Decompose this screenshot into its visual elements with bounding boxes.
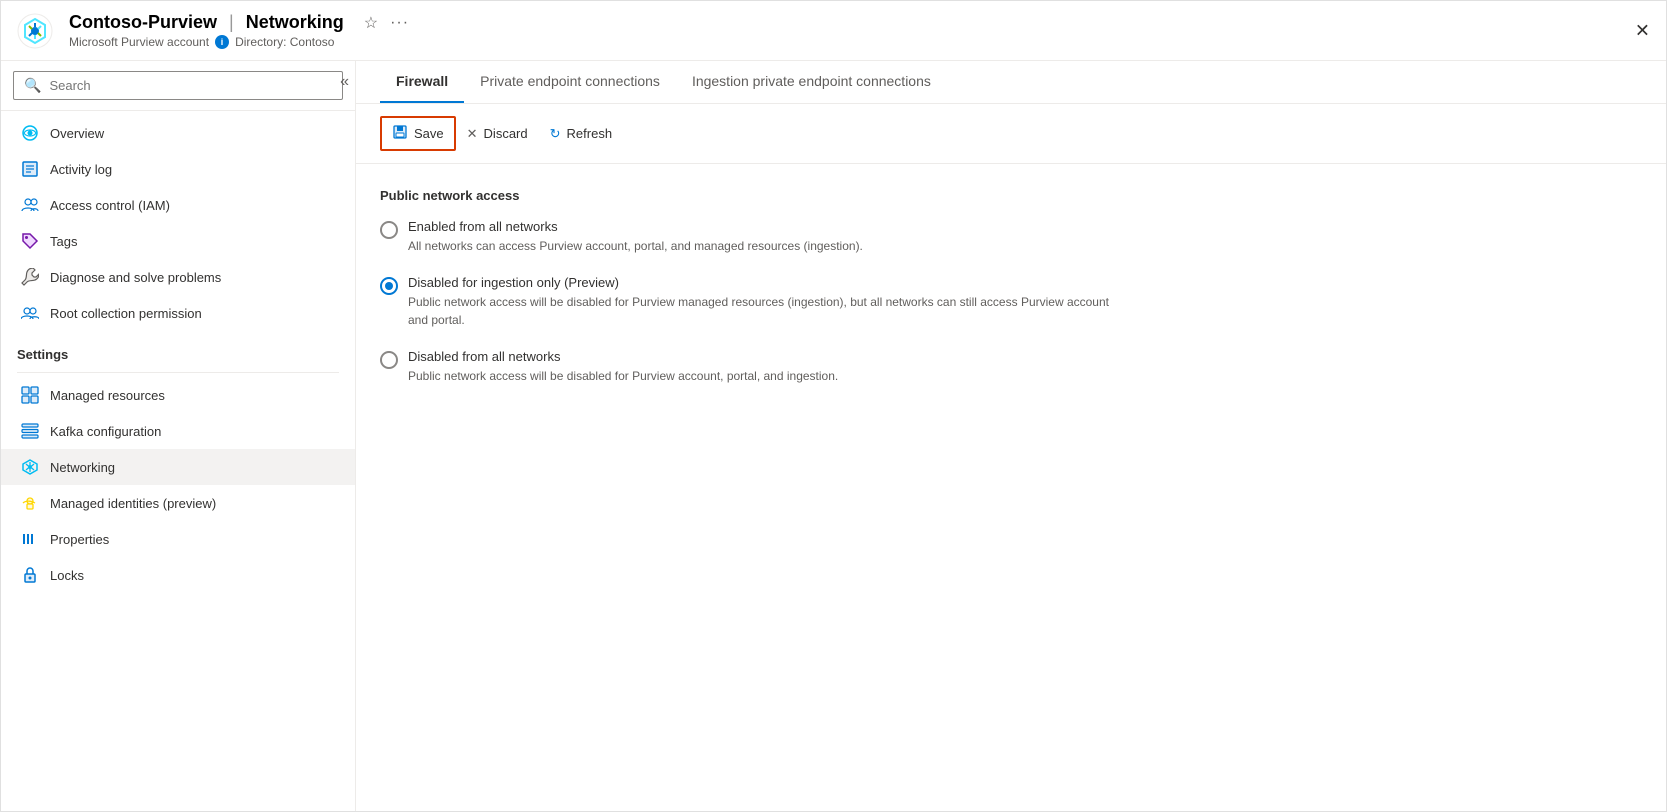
settings-section-label: Settings [1,331,355,368]
radio-desc-disabled-ingestion: Public network access will be disabled f… [408,293,1128,329]
sidebar-item-tags[interactable]: Tags [1,223,355,259]
sidebar-label-overview: Overview [50,126,104,141]
refresh-button[interactable]: ↻ Refresh [539,119,623,149]
sidebar-label-tags: Tags [50,234,77,249]
radio-label-disabled-all: Disabled from all networks [408,349,838,364]
sidebar-label-networking: Networking [50,460,115,475]
sidebar-item-root-collection[interactable]: Root collection permission [1,295,355,331]
search-input[interactable] [49,78,332,93]
header-title-section: Contoso-Purview | Networking ☆ ··· Micro… [69,12,409,49]
section-title: Public network access [380,188,1642,203]
sidebar-item-overview[interactable]: Overview [1,115,355,151]
radio-label-disabled-ingestion: Disabled for ingestion only (Preview) [408,275,1128,290]
refresh-label: Refresh [567,126,613,141]
logo [17,13,53,49]
radio-group: Enabled from all networks All networks c… [380,219,1642,385]
wrench-icon [20,267,40,287]
radio-option-disabled-all: Disabled from all networks Public networ… [380,349,1642,385]
close-button[interactable]: ✕ [1635,20,1650,41]
favorite-icon[interactable]: ☆ [364,13,378,33]
sidebar-item-diagnose[interactable]: Diagnose and solve problems [1,259,355,295]
content-area: Firewall Private endpoint connections In… [356,61,1666,811]
sidebar-item-networking[interactable]: Networking [1,449,355,485]
tab-firewall[interactable]: Firewall [380,61,464,103]
sidebar-label-access-control: Access control (IAM) [50,198,170,213]
search-container: 🔍 [1,61,355,111]
more-options-icon[interactable]: ··· [390,14,409,32]
managed-resources-icon [20,385,40,405]
refresh-icon: ↻ [550,126,561,142]
sidebar-item-properties[interactable]: Properties [1,521,355,557]
account-name: Contoso-Purview [69,12,217,33]
search-icon: 🔍 [24,77,41,94]
directory-label: Directory: Contoso [235,35,334,49]
content-body: Public network access Enabled from all n… [356,164,1666,811]
locks-icon [20,565,40,585]
search-box: 🔍 [13,71,343,100]
tabs-bar: Firewall Private endpoint connections In… [356,61,1666,104]
sidebar-item-kafka[interactable]: Kafka configuration [1,413,355,449]
tab-ingestion-endpoint[interactable]: Ingestion private endpoint connections [676,61,947,103]
info-icon[interactable]: i [215,35,229,49]
radio-desc-disabled-all: Public network access will be disabled f… [408,367,838,385]
eye-icon [20,123,40,143]
sidebar-label-managed-resources: Managed resources [50,388,165,403]
activity-log-icon [20,159,40,179]
account-type: Microsoft Purview account [69,35,209,49]
radio-option-disabled-ingestion: Disabled for ingestion only (Preview) Pu… [380,275,1642,329]
managed-identities-icon [20,493,40,513]
sidebar-label-activity-log: Activity log [50,162,112,177]
sidebar-item-managed-resources[interactable]: Managed resources [1,377,355,413]
sidebar-label-kafka: Kafka configuration [50,424,161,439]
discard-button[interactable]: ✕ Discard [456,119,539,149]
sidebar-label-locks: Locks [50,568,84,583]
settings-divider [17,372,339,373]
header-separator: | [229,12,234,33]
collapse-sidebar-button[interactable]: « [340,73,349,91]
properties-icon [20,529,40,549]
discard-icon: ✕ [467,126,478,142]
nav-list: Overview Activity log [1,111,355,811]
sidebar-label-properties: Properties [50,532,109,547]
radio-disabled-all[interactable] [380,351,398,369]
networking-icon [20,457,40,477]
radio-option-enabled-all: Enabled from all networks All networks c… [380,219,1642,255]
save-icon [392,124,408,143]
root-collection-icon [20,303,40,323]
page-title: Networking [246,12,344,33]
sidebar-label-root-collection: Root collection permission [50,306,202,321]
iam-icon [20,195,40,215]
sidebar-item-access-control[interactable]: Access control (IAM) [1,187,355,223]
sidebar-item-locks[interactable]: Locks [1,557,355,593]
save-button[interactable]: Save [380,116,456,151]
discard-label: Discard [484,126,528,141]
toolbar: Save ✕ Discard ↻ Refresh [356,104,1666,164]
tab-private-endpoint[interactable]: Private endpoint connections [464,61,676,103]
radio-disabled-ingestion[interactable] [380,277,398,295]
sidebar: 🔍 Overview [1,61,356,811]
header: Contoso-Purview | Networking ☆ ··· Micro… [1,1,1666,61]
radio-label-enabled-all: Enabled from all networks [408,219,863,234]
save-label: Save [414,126,444,141]
sidebar-label-diagnose: Diagnose and solve problems [50,270,221,285]
radio-enabled-all[interactable] [380,221,398,239]
sidebar-label-managed-identities: Managed identities (preview) [50,496,216,511]
kafka-icon [20,421,40,441]
radio-desc-enabled-all: All networks can access Purview account,… [408,237,863,255]
tags-icon [20,231,40,251]
sidebar-item-managed-identities[interactable]: Managed identities (preview) [1,485,355,521]
sidebar-item-activity-log[interactable]: Activity log [1,151,355,187]
